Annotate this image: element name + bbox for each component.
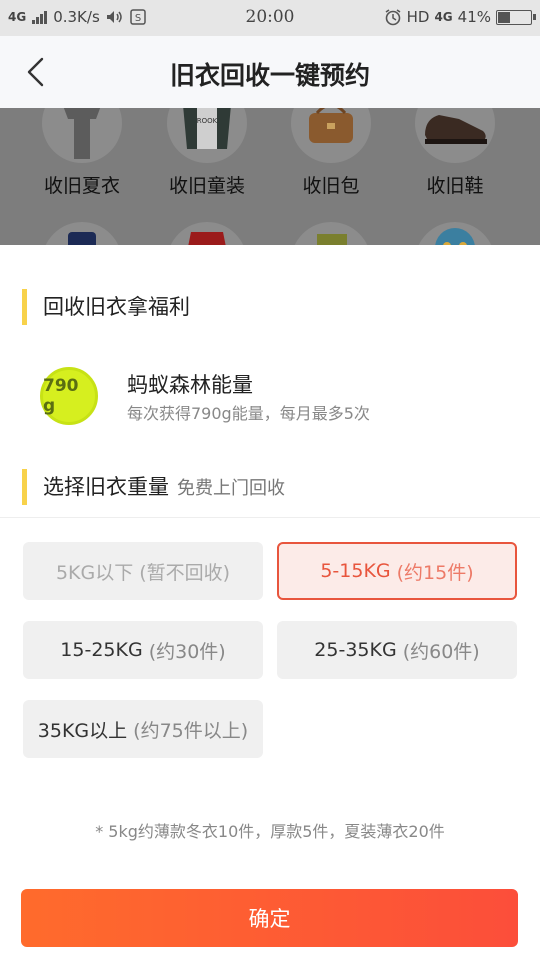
- option-main-label: 5-15KG: [320, 560, 391, 582]
- weight-option-over-35kg[interactable]: 35KG以上 (约75件以上): [23, 700, 263, 758]
- battery-icon: [496, 9, 536, 25]
- background-category-grid: 收旧夏衣 ROOK 收旧童装 收旧包 收旧鞋: [0, 108, 540, 245]
- option-main-label: 35KG以上: [37, 719, 128, 742]
- category-thumb-partial: [415, 222, 495, 245]
- benefits-title: 回收旧衣拿福利: [43, 295, 190, 319]
- battery-percent: 41%: [457, 8, 491, 26]
- shoe-icon: [415, 108, 495, 163]
- energy-description: 每次获得790g能量，每月最多5次: [127, 404, 370, 423]
- benefits-section-header: 回收旧衣拿福利: [22, 287, 190, 327]
- category-thumb-partial: [291, 222, 371, 245]
- weight-option-under-5kg[interactable]: 5KG以下 (暂不回收): [23, 542, 263, 600]
- weight-title: 选择旧衣重量: [43, 475, 169, 499]
- category-summer-clothes: 收旧夏衣: [20, 108, 144, 198]
- nav-bar: 旧衣回收一键预约: [0, 36, 540, 108]
- category-label: 收旧夏衣: [43, 175, 120, 197]
- option-main-label: 25-35KG: [314, 639, 397, 661]
- confirm-button[interactable]: 确定: [21, 889, 518, 947]
- weight-note: * 5kg约薄款冬衣10件，厚款5件，夏装薄衣20件: [95, 822, 445, 841]
- recycle-booking-sheet: 回收旧衣拿福利 790 g 蚂蚁森林能量 每次获得790g能量，每月最多5次 选…: [0, 245, 540, 960]
- option-hint: (约60件): [402, 640, 480, 663]
- page-title: 旧衣回收一键预约: [169, 61, 370, 90]
- hd-label: HD: [406, 8, 430, 26]
- category-label: 收旧包: [302, 175, 360, 197]
- energy-badge-icon: 790 g: [40, 367, 98, 425]
- option-hint: (约75件以上): [133, 719, 249, 742]
- section-accent-bar: [22, 469, 27, 505]
- category-label: 收旧鞋: [426, 175, 484, 197]
- section-accent-bar: [22, 289, 27, 325]
- option-hint: (暂不回收): [139, 561, 231, 584]
- category-thumb-partial: [167, 222, 247, 245]
- category-shoes: 收旧鞋: [393, 108, 517, 198]
- alarm-icon: [385, 9, 401, 26]
- weight-option-5-15kg[interactable]: 5-15KG (约15件): [277, 542, 517, 600]
- weight-section-header: 选择旧衣重量 免费上门回收: [22, 467, 285, 507]
- option-main-label: 5KG以下: [55, 561, 134, 584]
- option-hint: (约15件): [396, 561, 474, 584]
- tshirt-icon: [42, 108, 122, 163]
- option-hint: (约30件): [148, 640, 226, 663]
- category-label: 收旧童装: [168, 175, 245, 197]
- energy-title: 蚂蚁森林能量: [127, 373, 253, 397]
- bag-icon: [291, 108, 371, 163]
- weight-subtitle: 免费上门回收: [177, 478, 285, 499]
- weight-option-15-25kg[interactable]: 15-25KG (约30件): [23, 621, 263, 679]
- divider: [0, 517, 540, 518]
- category-kids-clothes: ROOK 收旧童装: [145, 108, 269, 198]
- network-type-right: 4G: [434, 10, 453, 24]
- svg-text:ROOK: ROOK: [197, 117, 218, 125]
- category-thumb-partial: [42, 222, 122, 245]
- kids-jacket-icon: ROOK: [167, 108, 247, 163]
- option-main-label: 15-25KG: [60, 639, 143, 661]
- category-bags: 收旧包: [269, 108, 393, 198]
- status-bar: 4G 0.3K/s S 20:00 HD 4G 41%: [0, 0, 540, 36]
- status-right: HD 4G 41%: [384, 8, 536, 26]
- weight-option-25-35kg[interactable]: 25-35KG (约60件): [277, 621, 517, 679]
- battery-fill: [498, 11, 511, 23]
